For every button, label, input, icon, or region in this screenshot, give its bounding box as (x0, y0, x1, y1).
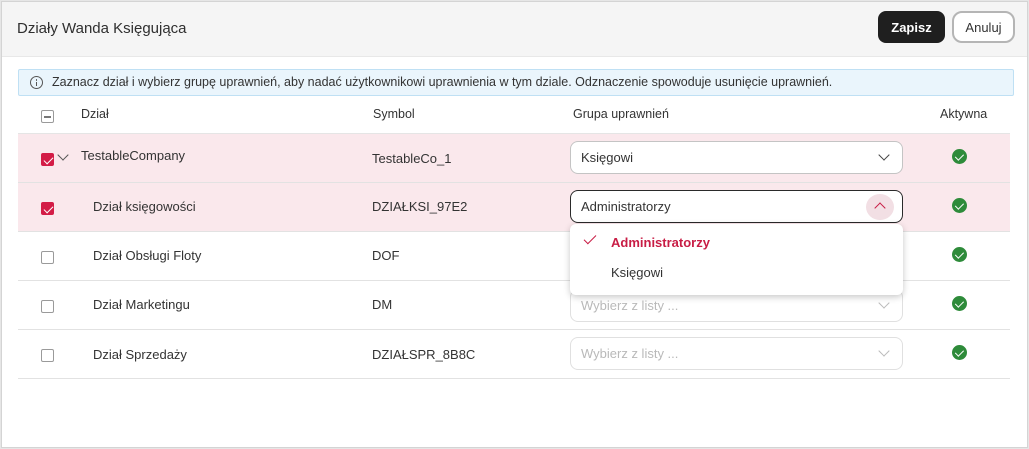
chevron-up-icon (873, 202, 886, 214)
chevron-down-icon (878, 297, 890, 309)
option-label: Księgowi (611, 265, 664, 280)
active-check-icon (952, 149, 967, 164)
department-symbol: DM (372, 297, 393, 312)
chevron-down-icon[interactable] (57, 149, 69, 161)
select-placeholder: Wybierz z listy ... (581, 298, 679, 313)
department-symbol: TestableCo_1 (372, 151, 452, 166)
table-row: TestableCompany TestableCo_1 Księgowi (18, 134, 1010, 183)
select-placeholder: Wybierz z listy ... (581, 346, 679, 361)
cancel-button[interactable]: Anuluj (952, 11, 1015, 43)
row-checkbox[interactable] (41, 153, 54, 166)
info-icon (30, 76, 43, 89)
permission-group-dropdown: Administratorzy Księgowi (570, 224, 903, 295)
department-name: Dział księgowości (93, 199, 196, 214)
info-banner: Zaznacz dział i wybierz grupę uprawnień,… (18, 69, 1014, 96)
column-header-group: Grupa uprawnień (573, 107, 669, 121)
select-value: Księgowi (581, 150, 634, 165)
department-name: Dział Obsługi Floty (93, 248, 202, 263)
row-checkbox[interactable] (41, 202, 54, 215)
check-icon (583, 231, 597, 245)
option-label: Administratorzy (611, 235, 710, 250)
permission-group-select[interactable]: Administratorzy (570, 190, 903, 223)
department-symbol: DZIAŁSPR_8B8C (372, 347, 476, 362)
row-checkbox[interactable] (41, 300, 54, 313)
dropdown-option-ksiegowi[interactable]: Księgowi (570, 259, 903, 289)
department-name: Dział Marketingu (93, 297, 190, 312)
departments-panel: Działy Wanda Księgująca Zapisz Anuluj Za… (1, 1, 1028, 448)
active-check-icon (952, 198, 967, 213)
permission-group-select[interactable]: Wybierz z listy ... (570, 337, 903, 370)
panel-header: Działy Wanda Księgująca Zapisz Anuluj (2, 2, 1027, 57)
table-row: Dział Sprzedaży DZIAŁSPR_8B8C Wybierz z … (18, 330, 1010, 379)
column-header-symbol: Symbol (373, 107, 415, 121)
active-check-icon (952, 296, 967, 311)
permission-group-select[interactable]: Księgowi (570, 141, 903, 174)
department-symbol: DOF (372, 248, 400, 263)
column-header-name: Dział (81, 107, 109, 121)
row-checkbox[interactable] (41, 349, 54, 362)
active-check-icon (952, 345, 967, 360)
page-title: Działy Wanda Księgująca (17, 20, 187, 37)
select-value: Administratorzy (581, 199, 671, 214)
save-button[interactable]: Zapisz (878, 11, 945, 43)
info-text: Zaznacz dział i wybierz grupę uprawnień,… (52, 75, 833, 89)
select-all-checkbox[interactable] (41, 110, 54, 123)
dropdown-option-administratorzy[interactable]: Administratorzy (570, 229, 903, 259)
chevron-up-button[interactable] (866, 194, 894, 220)
department-name: TestableCompany (81, 148, 186, 163)
department-name: Dział Sprzedaży (93, 347, 187, 362)
active-check-icon (952, 247, 967, 262)
chevron-down-icon (878, 345, 890, 357)
chevron-down-icon (878, 149, 890, 161)
department-symbol: DZIAŁKSI_97E2 (372, 199, 468, 214)
row-checkbox[interactable] (41, 251, 54, 264)
table-header: Dział Symbol Grupa uprawnień Aktywna (18, 96, 1010, 134)
column-header-active: Aktywna (940, 107, 988, 121)
